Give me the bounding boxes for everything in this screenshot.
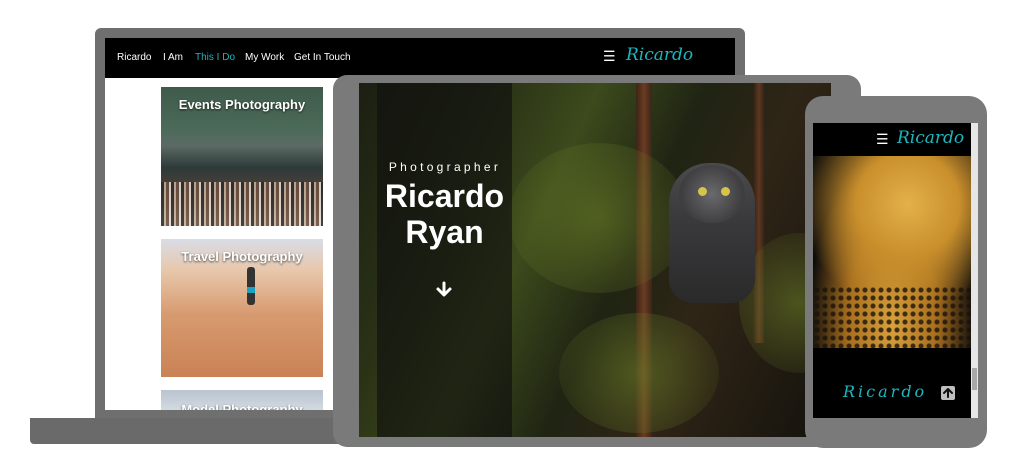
traveler-shorts [247,287,255,293]
nav-item-get-in-touch[interactable]: Get In Touch [294,52,351,63]
arrow-up-icon [943,388,953,398]
card-events-photography[interactable]: Events Photography [161,87,323,226]
phone-screen: ☰ Ricardo Ricardo [813,123,978,418]
foliage [559,313,719,433]
phone-brand[interactable]: Ricardo [897,128,964,148]
owl-face [679,165,745,223]
owl-eye [698,187,707,196]
traveler-figure [247,267,255,305]
hamburger-icon[interactable]: ☰ [603,49,616,63]
leopard-spots [813,286,971,348]
hero-name-first: Ricardo [384,178,505,214]
leopard-image [813,156,971,348]
nav-item-ricardo[interactable]: Ricardo [117,52,151,63]
crowd-image [161,182,323,226]
hero-name-last: Ryan [405,214,484,250]
scrollbar-thumb[interactable] [972,368,977,390]
tablet-screen: Photographer Ricardo Ryan [359,83,831,437]
hero-overlay [377,83,512,437]
card-title: Events Photography [178,97,306,112]
owl-eye [721,187,730,196]
nav-item-my-work[interactable]: My Work [245,52,284,63]
card-title: Travel Photography [181,249,303,264]
arrow-down-icon[interactable] [435,281,453,299]
laptop-navbar: Ricardo I Am This I Do My Work Get In To… [105,38,735,78]
footer-brand: Ricardo [843,382,928,401]
card-model-photography[interactable]: Model Photography [161,390,323,410]
nav-item-i-am[interactable]: I Am [163,52,183,63]
foliage [509,143,689,293]
hero-kicker: Photographer [388,160,502,174]
card-travel-photography[interactable]: Travel Photography [161,239,323,377]
card-title: Model Photography [181,402,303,410]
back-to-top-button[interactable] [941,386,955,400]
nav-brand[interactable]: Ricardo [626,45,693,65]
nav-item-this-i-do[interactable]: This I Do [195,52,235,63]
hamburger-icon[interactable]: ☰ [876,132,889,146]
